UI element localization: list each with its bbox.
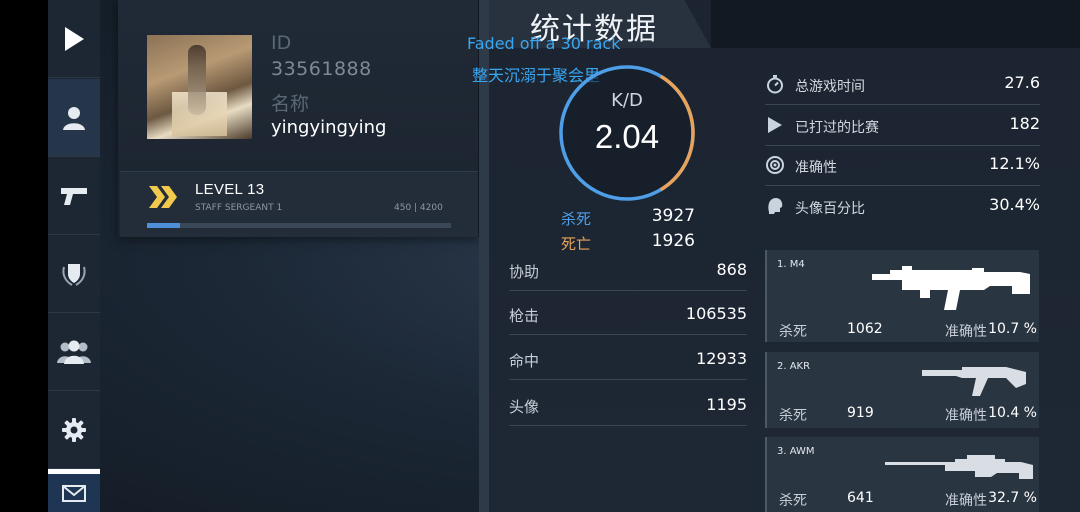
sniper-rifle-icon: [885, 455, 1033, 479]
rank-text: STAFF SERGEANT 1: [195, 203, 283, 213]
deaths-value: 1926: [651, 231, 695, 251]
stat-label: 枪击: [509, 307, 540, 325]
kills-value: 3927: [651, 206, 695, 226]
xp-text: 450 | 4200: [394, 203, 443, 213]
summary-row-accuracy: 准确性 12.1%: [765, 145, 1040, 186]
play-triangle-icon: [768, 117, 782, 133]
weapon-kills-value: 1062: [847, 321, 883, 337]
weapon-accuracy-value: 10.4 %: [988, 405, 1037, 421]
id-label: ID: [271, 32, 292, 54]
weapon-kills-label: 杀死: [779, 324, 807, 340]
weapon-name: 3. AWM: [777, 446, 815, 457]
lyric-line-1: Faded off a 30 rack: [467, 34, 621, 53]
m4-rifle-icon: [872, 266, 1030, 310]
weapon-kills-label: 杀死: [779, 408, 807, 424]
sidebar: [48, 0, 100, 512]
weapon-card-awm[interactable]: 3. AWM 杀死 641 准确性 32.7 %: [765, 437, 1039, 512]
weapon-accuracy-value: 10.7 %: [988, 321, 1037, 337]
head-icon: [768, 198, 783, 214]
achievements-tab[interactable]: [48, 235, 100, 313]
id-value: 33561888: [271, 58, 372, 80]
stat-value: 1195: [706, 395, 747, 414]
header-strip: [711, 0, 1080, 48]
rank-chevron-icon: [149, 186, 177, 208]
ak-rifle-icon: [922, 367, 1026, 396]
kd-value: 2.04: [594, 118, 660, 155]
stat-row-headshots: 头像 1195: [509, 392, 747, 426]
play-button[interactable]: [48, 0, 100, 78]
mail-icon: [62, 484, 86, 502]
screen-edge: [0, 0, 48, 512]
stat-row-assists: 协助 868: [509, 257, 747, 291]
weapon-kills-value: 641: [847, 490, 874, 506]
stopwatch-icon: [767, 75, 783, 94]
group-icon: [57, 340, 91, 364]
play-icon: [65, 26, 84, 51]
weapon-name: 2. AKR: [777, 361, 811, 372]
stat-label: 命中: [509, 352, 540, 370]
summary-value: 27.6: [1004, 73, 1040, 92]
stat-value: 868: [716, 260, 747, 279]
summary-row-headshot-pct: 头像百分比 30.4%: [765, 186, 1040, 227]
stat-label: 协助: [509, 263, 540, 281]
xp-progress-track: [147, 223, 451, 228]
summary-value: 182: [1009, 114, 1040, 133]
summary-row-matches: 已打过的比赛 182: [765, 105, 1040, 146]
weapon-kills-value: 919: [847, 405, 874, 421]
mail-button[interactable]: [48, 469, 100, 512]
summary-label: 准确性: [795, 160, 837, 176]
weapons-tab[interactable]: [48, 157, 100, 235]
shield-laurel-icon: [62, 263, 86, 286]
gear-icon: [62, 417, 86, 442]
summary-label: 头像百分比: [795, 201, 865, 217]
weapon-accuracy-value: 32.7 %: [988, 490, 1037, 506]
stat-row-shots: 枪击 106535: [509, 301, 747, 335]
deaths-label: 死亡: [561, 235, 592, 253]
kills-label: 杀死: [561, 210, 592, 228]
clan-tab[interactable]: [48, 313, 100, 391]
target-icon: [766, 156, 784, 174]
profile-tab[interactable]: [48, 79, 100, 157]
weapon-accuracy-label: 准确性: [945, 324, 987, 340]
avatar-photo-figure: [188, 45, 206, 115]
settings-tab[interactable]: [48, 391, 100, 469]
summary-value: 30.4%: [989, 195, 1040, 214]
stat-label: 头像: [509, 398, 540, 416]
kd-label: K/D: [611, 90, 643, 111]
weapon-card-akr[interactable]: 2. AKR 杀死 919 准确性 10.4 %: [765, 352, 1039, 428]
weapon-accuracy-label: 准确性: [945, 493, 987, 509]
weapon-card-m4[interactable]: 1. M4 杀死 1062 准确性 10.7 %: [765, 250, 1039, 342]
summary-label: 已打过的比赛: [795, 120, 879, 136]
user-icon: [63, 106, 85, 130]
summary-row-playtime: 总游戏时间 27.6: [765, 64, 1040, 105]
stat-row-hits: 命中 12933: [509, 346, 747, 380]
summary-label: 总游戏时间: [795, 79, 865, 95]
xp-progress-fill: [147, 223, 180, 228]
level-text: LEVEL 13: [195, 181, 265, 198]
stat-value: 12933: [696, 349, 747, 368]
stat-value: 106535: [685, 304, 747, 323]
weapon-kills-label: 杀死: [779, 493, 807, 509]
weapon-accuracy-label: 准确性: [945, 408, 987, 424]
name-label: 名称: [271, 93, 310, 115]
pistol-icon: [61, 187, 87, 205]
username: yingyingying: [271, 117, 387, 138]
weapon-name: 1. M4: [777, 259, 805, 270]
summary-value: 12.1%: [989, 154, 1040, 173]
